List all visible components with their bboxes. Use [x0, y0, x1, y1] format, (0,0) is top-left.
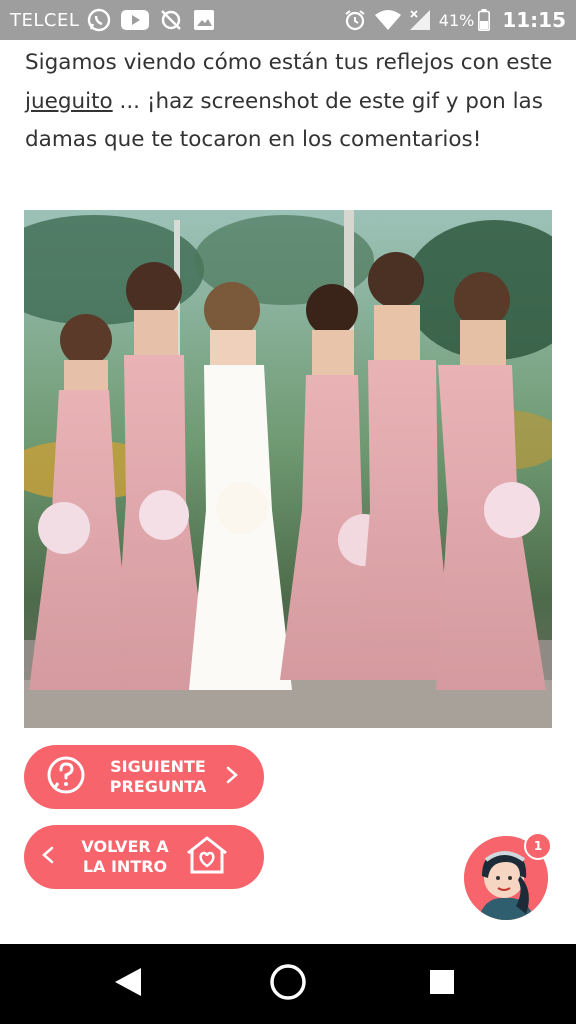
bridesmaids-photo [24, 210, 552, 728]
status-bar: TELCEL 41% 11:15 [0, 0, 576, 40]
signal-icon [409, 9, 431, 31]
assistant-widget[interactable]: 1 [464, 832, 552, 920]
article-text-before: Sigamos viendo cómo están tus reflejos c… [25, 50, 553, 75]
navigation-bar [0, 944, 576, 1024]
battery-icon [478, 9, 491, 31]
whatsapp-icon [87, 8, 111, 32]
article-content: Sigamos viendo cómo están tus reflejos c… [0, 40, 576, 946]
notification-badge: 1 [524, 832, 552, 860]
chevron-left-icon [42, 846, 54, 868]
image-icon [193, 9, 215, 31]
nav-back-button[interactable] [80, 944, 176, 1024]
circle-home-icon [269, 963, 307, 1005]
youtube-icon [121, 10, 150, 30]
battery-percentage: 41% [438, 10, 475, 30]
chevron-right-icon [226, 766, 238, 788]
sync-off-icon [159, 8, 183, 32]
back-to-intro-button[interactable]: VOLVER A LA INTRO [24, 825, 264, 889]
home-heart-icon [184, 835, 230, 879]
next-question-button[interactable]: SIGUIENTE PREGUNTA [24, 745, 264, 809]
wifi-icon [374, 9, 401, 31]
question-circle-icon [46, 755, 86, 799]
nav-recent-apps-button[interactable] [394, 944, 490, 1024]
carrier-name: TELCEL [10, 9, 80, 31]
back-to-intro-label: VOLVER A LA INTRO [81, 837, 169, 876]
alarm-icon [343, 8, 367, 32]
square-recent-icon [429, 969, 455, 999]
triangle-back-icon [113, 966, 143, 1002]
clock: 11:15 [502, 8, 566, 32]
article-paragraph: Sigamos viendo cómo están tus reflejos c… [25, 44, 555, 160]
nav-home-button[interactable] [240, 944, 336, 1024]
jueguito-link[interactable]: jueguito [25, 89, 113, 114]
next-question-label: SIGUIENTE PREGUNTA [109, 757, 207, 796]
